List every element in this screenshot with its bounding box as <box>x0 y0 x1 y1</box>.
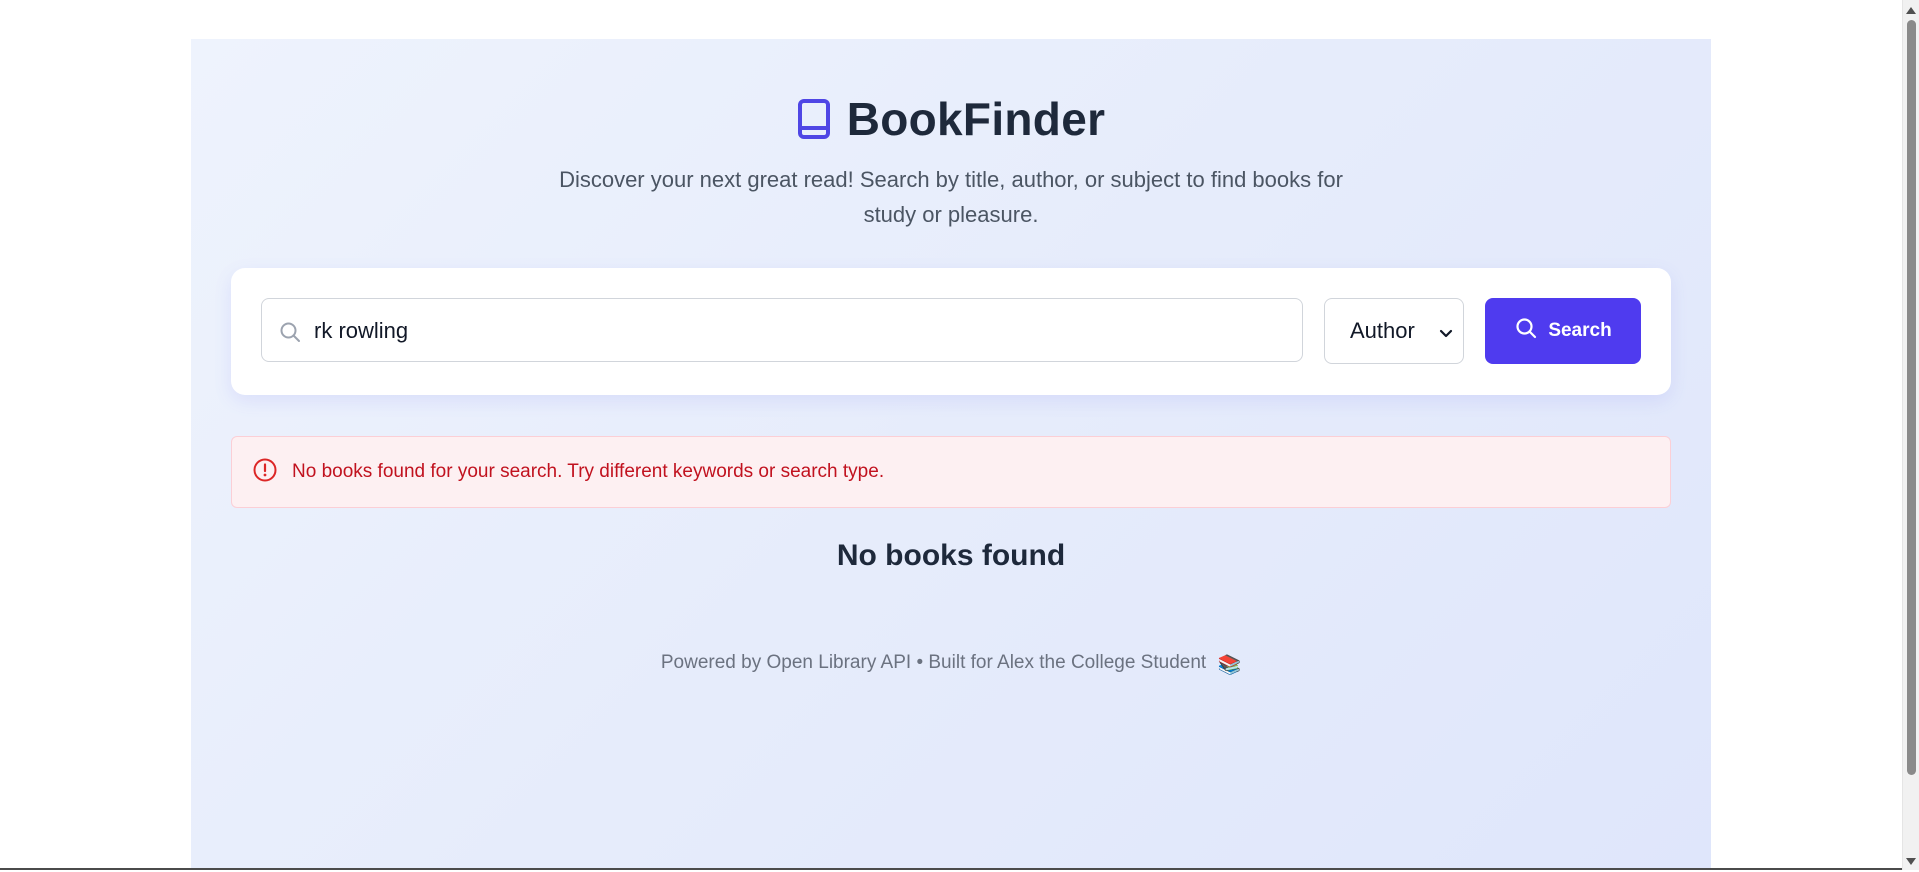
search-button[interactable]: Search <box>1485 298 1641 364</box>
chevron-down-icon <box>1439 326 1453 338</box>
search-icon <box>278 320 302 344</box>
brand: BookFinder <box>797 92 1106 146</box>
footer: Powered by Open Library API • Built for … <box>191 652 1711 677</box>
books-icon: 📚 <box>1217 655 1242 676</box>
alert-message: No books found for your search. Try diff… <box>292 461 885 482</box>
header: BookFinder Discover your next great read… <box>191 92 1711 232</box>
scroll-down-icon[interactable] <box>1905 854 1917 866</box>
footer-text: Powered by Open Library API • Built for … <box>660 652 1207 673</box>
vertical-scrollbar[interactable] <box>1902 0 1919 870</box>
error-alert: No books found for your search. Try diff… <box>231 436 1671 508</box>
search-icon <box>1514 316 1538 346</box>
search-input[interactable] <box>312 299 1276 363</box>
alert-circle-icon <box>252 457 278 488</box>
book-icon <box>797 98 831 140</box>
empty-results-title: No books found <box>836 539 1066 572</box>
search-type-value: Author <box>1350 318 1415 343</box>
app-title: BookFinder <box>846 93 1106 145</box>
scroll-up-icon[interactable] <box>1905 4 1917 16</box>
page-container: BookFinder Discover your next great read… <box>191 39 1711 870</box>
search-button-label: Search <box>1548 320 1612 341</box>
tagline: Discover your next great read! Search by… <box>559 167 1343 227</box>
scrollbar-thumb[interactable] <box>1907 20 1916 775</box>
search-card: Author Search <box>231 268 1671 395</box>
search-type-select[interactable]: Author <box>1324 298 1464 364</box>
search-field[interactable] <box>261 298 1303 363</box>
